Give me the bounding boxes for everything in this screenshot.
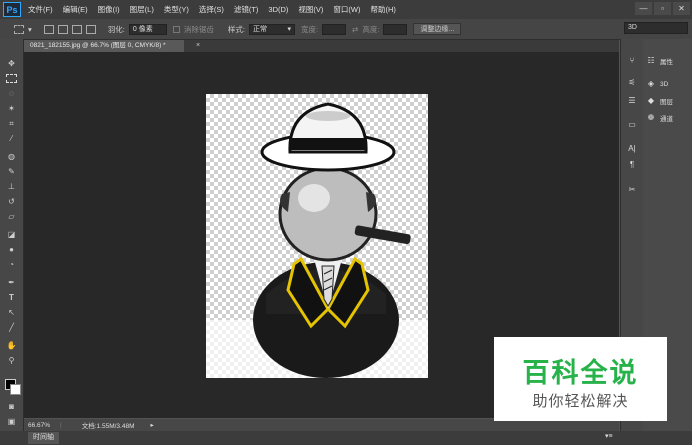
magic-wand-tool-icon[interactable]: ✶ bbox=[5, 103, 18, 114]
paragraph-panel-icon[interactable]: ¶ bbox=[626, 159, 638, 170]
layers-panel-tab[interactable]: ◆ 图层 bbox=[646, 94, 673, 108]
close-button[interactable]: ✕ bbox=[673, 2, 690, 15]
layers-icon: ◆ bbox=[647, 96, 655, 105]
marquee-preset-icon[interactable] bbox=[14, 24, 24, 34]
swap-icon[interactable]: ⇄ bbox=[352, 25, 358, 34]
brush-presets-icon[interactable]: ☰ bbox=[626, 95, 638, 106]
history-brush-tool-icon[interactable]: ↺ bbox=[5, 196, 18, 207]
zoom-level[interactable]: 66.67% bbox=[28, 422, 50, 429]
chevron-down-icon: ▾ bbox=[287, 26, 291, 33]
refine-edge-button[interactable]: 调整边缘... bbox=[413, 23, 462, 35]
zoom-tool-icon[interactable]: ⚲ bbox=[5, 355, 18, 366]
clone-stamp-tool-icon[interactable]: ⊥ bbox=[5, 181, 18, 192]
quick-mask-icon[interactable]: ◙ bbox=[5, 401, 18, 412]
pen-tool-icon[interactable]: ✒ bbox=[5, 277, 18, 288]
menu-type[interactable]: 类型(Y) bbox=[164, 4, 189, 15]
path-selection-tool-icon[interactable]: ↖ bbox=[5, 307, 18, 318]
hand-tool-icon[interactable]: ✋ bbox=[5, 340, 18, 351]
menu-image[interactable]: 图像(I) bbox=[98, 4, 120, 15]
blur-tool-icon[interactable]: ● bbox=[5, 244, 18, 255]
brush-tool-icon[interactable]: ✎ bbox=[5, 166, 18, 177]
menu-3d[interactable]: 3D(D) bbox=[268, 5, 288, 14]
move-tool-icon[interactable]: ✥ bbox=[5, 58, 18, 69]
antialias-checkbox[interactable] bbox=[172, 25, 180, 33]
minimize-button[interactable]: — bbox=[635, 2, 652, 15]
panel-menu-icon[interactable]: ▾≡ bbox=[605, 432, 613, 440]
new-selection-icon[interactable] bbox=[43, 24, 54, 34]
layers-label: 图层 bbox=[660, 99, 673, 106]
watermark-title: 百科全说 bbox=[522, 358, 639, 389]
menu-filter[interactable]: 滤镜(T) bbox=[234, 4, 259, 15]
menu-help[interactable]: 帮助(H) bbox=[371, 4, 396, 15]
gradient-tool-icon[interactable]: ◪ bbox=[5, 229, 18, 240]
tools-preset-icon[interactable]: ✂ bbox=[626, 184, 638, 195]
workspace-select[interactable]: 3D bbox=[624, 22, 688, 34]
channels-icon: ❁ bbox=[647, 113, 655, 122]
watermark-subtitle: 助你轻松解决 bbox=[532, 392, 629, 410]
type-tool-icon[interactable]: T bbox=[5, 292, 18, 303]
healing-brush-tool-icon[interactable]: ◍ bbox=[5, 151, 18, 162]
intersect-selection-icon[interactable] bbox=[85, 24, 96, 34]
eyedropper-tool-icon[interactable]: ⁄ bbox=[5, 133, 18, 144]
properties-panel-tab[interactable]: ☷ 属性 bbox=[646, 54, 673, 68]
restore-button[interactable]: ▫ bbox=[654, 2, 671, 15]
tools-panel: ✥ ◌ ✶ ⌗ ⁄ ◍ ✎ ⊥ ↺ ▱ ◪ ● ◔ ✒ T ↖ ╱ ✋ ⚲ ◙ … bbox=[0, 39, 24, 434]
screen-mode-icon[interactable]: ▣ bbox=[5, 416, 18, 427]
options-bar: ▾ 羽化: 0 像素 消除锯齿 样式: 正常 ▾ 宽度: ⇄ 高度: 调整边缘.… bbox=[0, 19, 692, 40]
document-canvas[interactable] bbox=[206, 94, 428, 378]
eraser-tool-icon[interactable]: ▱ bbox=[5, 211, 18, 222]
properties-label: 属性 bbox=[660, 59, 673, 66]
3d-label: 3D bbox=[660, 80, 669, 88]
feather-label: 羽化: bbox=[107, 24, 125, 34]
styles-panel-icon[interactable]: ▭ bbox=[626, 119, 638, 130]
chevron-down-icon[interactable]: ▾ bbox=[28, 25, 32, 34]
lasso-tool-icon[interactable]: ◌ bbox=[5, 88, 18, 99]
style-select-value: 正常 bbox=[252, 26, 267, 33]
style-label: 样式: bbox=[227, 24, 245, 34]
dodge-tool-icon[interactable]: ◔ bbox=[5, 259, 18, 270]
cube-icon: ◈ bbox=[647, 79, 655, 88]
channels-panel-tab[interactable]: ❁ 通道 bbox=[646, 111, 673, 125]
height-input[interactable] bbox=[383, 23, 408, 35]
menu-file[interactable]: 文件(F) bbox=[28, 4, 53, 15]
subtract-selection-icon[interactable] bbox=[71, 24, 82, 34]
menu-edit[interactable]: 编辑(E) bbox=[63, 4, 88, 15]
status-separator: | bbox=[60, 421, 62, 429]
menu-layer[interactable]: 图层(L) bbox=[130, 4, 154, 15]
character-panel-icon[interactable]: A| bbox=[626, 143, 638, 154]
properties-icon: ☷ bbox=[647, 56, 655, 65]
timeline-tab[interactable]: 时间轴 bbox=[28, 432, 59, 444]
antialias-label: 消除锯齿 bbox=[183, 24, 214, 34]
timeline-bar: 时间轴 ▾≡ bbox=[0, 431, 692, 445]
status-menu-arrow-icon[interactable]: ▸ bbox=[151, 421, 154, 429]
history-panel-icon[interactable]: ⑂ bbox=[626, 55, 638, 66]
style-select[interactable]: 正常 ▾ bbox=[248, 23, 295, 35]
menu-window[interactable]: 窗口(W) bbox=[333, 4, 360, 15]
feather-input[interactable]: 0 像素 bbox=[128, 23, 167, 35]
menu-bar: Ps 文件(F) 编辑(E) 图像(I) 图层(L) 类型(Y) 选择(S) 滤… bbox=[0, 0, 692, 19]
line-tool-icon[interactable]: ╱ bbox=[5, 322, 18, 333]
document-info: 文档:1.55M/3.48M bbox=[81, 423, 135, 430]
agent-figure-image bbox=[206, 102, 428, 378]
photoshop-logo: Ps bbox=[3, 2, 21, 17]
background-color-swatch[interactable] bbox=[10, 384, 21, 395]
workspace-value: 3D bbox=[628, 24, 637, 31]
width-label: 宽度: bbox=[300, 24, 319, 34]
marquee-tool-icon[interactable] bbox=[5, 73, 18, 84]
height-label: 高度: bbox=[362, 24, 380, 34]
document-tab-bar: 0821_182155.jpg @ 66.7% (图层 0, CMYK/8) *… bbox=[24, 40, 619, 52]
channels-label: 通道 bbox=[660, 116, 673, 123]
add-selection-icon[interactable] bbox=[57, 24, 68, 34]
document-tab[interactable]: 0821_182155.jpg @ 66.7% (图层 0, CMYK/8) * bbox=[24, 40, 184, 52]
watermark-badge: 百科全说 助你轻松解决 bbox=[494, 337, 667, 421]
width-input[interactable] bbox=[322, 23, 347, 35]
3d-panel-tab[interactable]: ◈ 3D bbox=[646, 77, 668, 91]
adjustments-panel-icon[interactable]: ⚟ bbox=[626, 77, 638, 88]
menu-select[interactable]: 选择(S) bbox=[199, 4, 224, 15]
menu-view[interactable]: 视图(V) bbox=[298, 4, 323, 15]
crop-tool-icon[interactable]: ⌗ bbox=[5, 118, 18, 129]
close-icon[interactable]: × bbox=[196, 40, 200, 52]
